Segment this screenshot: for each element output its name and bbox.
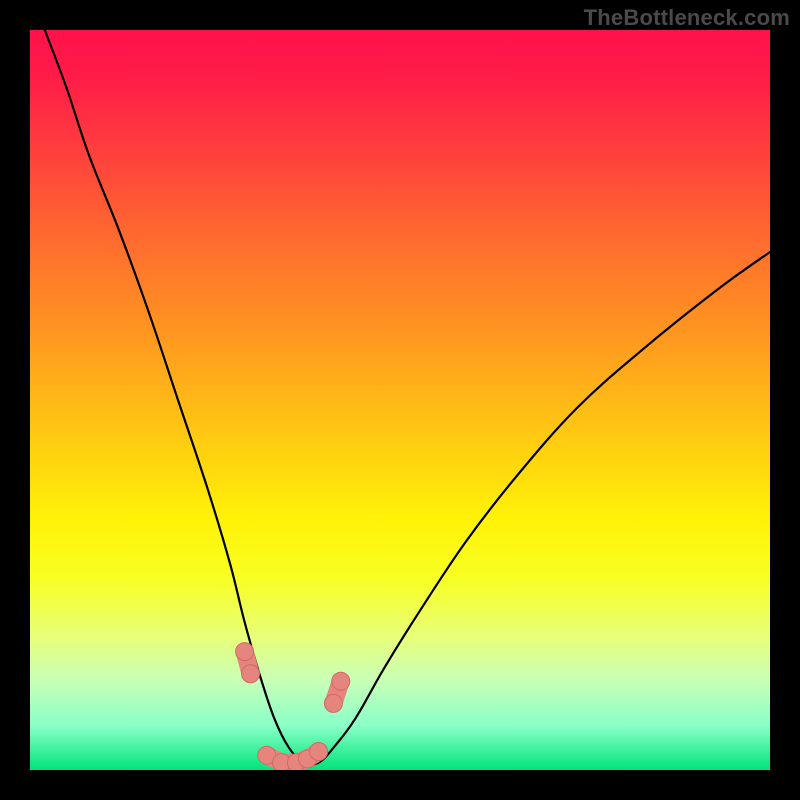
chart-frame: TheBottleneck.com bbox=[0, 0, 800, 800]
marker-dot bbox=[310, 743, 328, 761]
marker-dot bbox=[332, 672, 350, 690]
marker-dot bbox=[242, 665, 260, 683]
chart-svg bbox=[30, 30, 770, 770]
gradient-background bbox=[30, 30, 770, 770]
marker-dot bbox=[236, 643, 254, 661]
watermark-text: TheBottleneck.com bbox=[584, 5, 790, 31]
marker-dot bbox=[324, 694, 342, 712]
plot-area bbox=[30, 30, 770, 770]
